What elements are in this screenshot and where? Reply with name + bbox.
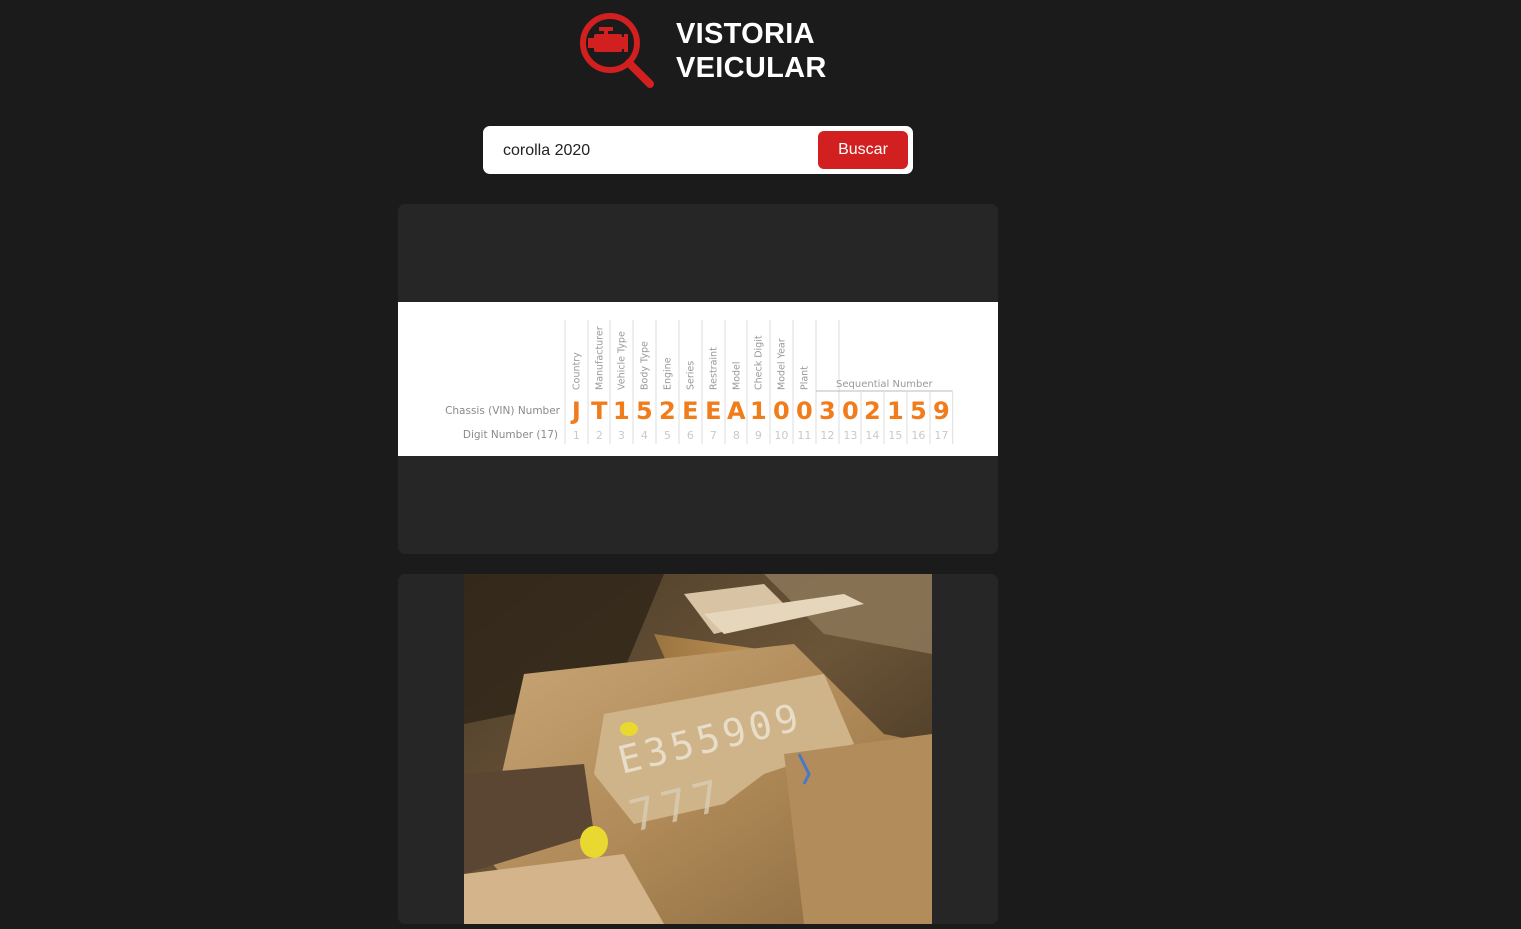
vin-header-label: Vehicle Type <box>616 331 627 390</box>
result-card-vin: Country Manufacturer Vehicle Type Body Type… <box>398 204 998 554</box>
vin-digit-number: 10 <box>774 429 788 442</box>
vin-digit-number: 11 <box>797 429 811 442</box>
vin-character: 3 <box>819 397 836 425</box>
vin-character: 1 <box>887 397 904 425</box>
vin-character: E <box>682 397 698 425</box>
vin-header-label: Series <box>685 361 696 390</box>
search-input[interactable] <box>491 132 825 170</box>
vin-header-label: Check Digit <box>753 335 764 390</box>
vin-diagram-image: Country Manufacturer Vehicle Type Body Type… <box>398 302 998 456</box>
vin-character: 2 <box>864 397 881 425</box>
vin-character: A <box>727 397 746 425</box>
vin-digit-number: 13 <box>843 429 857 442</box>
vin-digit-number: 14 <box>865 429 879 442</box>
vin-diagram: Country Manufacturer Vehicle Type Body Type… <box>445 320 954 444</box>
search-button[interactable]: Buscar <box>818 131 908 169</box>
brand-title: VISTORIA VEICULAR <box>676 17 827 85</box>
vin-character: T <box>591 397 608 425</box>
chassis-stamp-photo: E355909 777 <box>464 574 932 924</box>
vin-row-label: Chassis (VIN) Number <box>445 405 561 417</box>
vin-digit-number: 15 <box>888 429 902 442</box>
search-bar: Buscar <box>483 126 913 174</box>
vin-header-label: Model Year <box>776 338 787 390</box>
digit-row-label: Digit Number (17) <box>463 429 558 441</box>
engine-magnifier-icon <box>580 13 654 88</box>
vin-digit-number: 6 <box>687 429 694 442</box>
vin-digit-number: 7 <box>710 429 717 442</box>
vin-digit-number: 3 <box>618 429 625 442</box>
vin-character: 1 <box>750 397 767 425</box>
vin-character: 0 <box>842 397 859 425</box>
vin-header-label: Engine <box>662 357 673 390</box>
vin-character: 0 <box>773 397 790 425</box>
brand-line-2: VEICULAR <box>676 52 827 84</box>
vin-character: 0 <box>796 397 813 425</box>
vin-group-header: Sequential Number <box>836 379 934 390</box>
vin-digit-number: 17 <box>934 429 948 442</box>
vin-header-label: Country <box>571 352 582 390</box>
vin-digit-number: 16 <box>911 429 925 442</box>
vin-digit-number: 4 <box>641 429 648 442</box>
vin-character: E <box>705 397 721 425</box>
vin-digit-number: 2 <box>596 429 603 442</box>
vin-digit-number: 9 <box>755 429 762 442</box>
vin-header-label: Manufacturer <box>594 326 605 390</box>
vin-digit-number: 5 <box>664 429 671 442</box>
vin-character: 1 <box>613 397 630 425</box>
header: VISTORIA VEICULAR <box>578 12 827 90</box>
vin-header-label: Restraint <box>708 347 719 390</box>
vin-character: 5 <box>636 397 653 425</box>
vin-digit-number: 1 <box>573 429 580 442</box>
vin-character: 5 <box>910 397 927 425</box>
vin-character: 2 <box>659 397 676 425</box>
vin-header-label: Plant <box>799 366 810 390</box>
vin-header-label: Body Type <box>639 341 650 390</box>
result-card-photo: E355909 777 <box>398 574 998 924</box>
vin-digit-number: 12 <box>820 429 834 442</box>
vin-digit-number: 8 <box>733 429 740 442</box>
brand-line-1: VISTORIA <box>676 18 815 50</box>
vin-header-label: Model <box>731 361 742 390</box>
vin-character: 9 <box>933 397 950 425</box>
vin-character: J <box>570 397 581 425</box>
